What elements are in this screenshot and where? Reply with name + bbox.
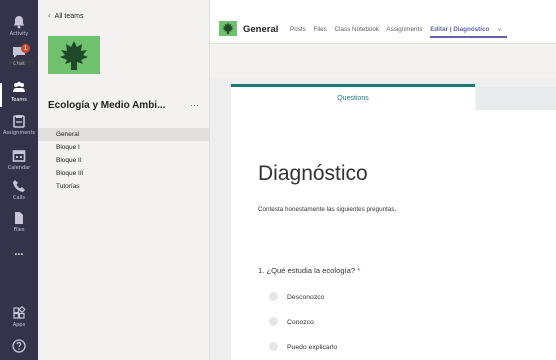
rail-help[interactable] (0, 338, 38, 360)
question-1-text: 1. ¿Qué estudia la ecología? (258, 266, 356, 275)
calendar-icon (12, 150, 26, 162)
rail-more[interactable]: ... (0, 246, 38, 276)
team-more-options[interactable]: ··· (190, 100, 199, 110)
tab-files[interactable]: Files (314, 26, 327, 33)
team-name[interactable]: Ecología y Medio Ambi... (48, 100, 198, 111)
rail-label: Teams (11, 97, 27, 103)
forms-bar (210, 44, 556, 79)
channel-tabs: Posts Files Class Notebook Assignments E… (290, 26, 513, 33)
team-panel: ‹ All teams Ecología y Medio Ambi... ··· … (38, 0, 210, 360)
leaf-icon (60, 41, 88, 70)
teams-icon (13, 81, 25, 92)
app-rail: Activity 1 Chat Teams Assignments Calend… (0, 0, 38, 360)
chevron-left-icon: ‹ (48, 11, 51, 20)
option-label: Puedo explicarlo (287, 344, 338, 351)
files-icon (15, 212, 23, 224)
rail-apps[interactable]: Apps (0, 305, 38, 335)
option-conozco[interactable]: Conozco (269, 316, 314, 329)
bell-icon (13, 16, 25, 29)
option-label: Conozco (287, 319, 314, 326)
apps-icon (13, 305, 26, 319)
rail-label: Activity (9, 31, 29, 37)
required-mark: * (357, 266, 361, 275)
rail-assignments[interactable]: Assignments (0, 113, 38, 143)
leaf-icon (222, 22, 234, 34)
channel-item-tutorias[interactable]: Tutorías (38, 180, 209, 193)
question-1[interactable]: 1. ¿Qué estudia la ecología? * (258, 266, 360, 275)
option-puedo-explicarlo[interactable]: Puedo explicarlo (269, 341, 338, 354)
teams-app: Activity 1 Chat Teams Assignments Calend… (0, 0, 556, 360)
assignments-icon (13, 115, 25, 128)
back-to-all-teams[interactable]: ‹ All teams (48, 11, 83, 20)
rail-label: Files (13, 227, 25, 233)
phone-icon (13, 180, 25, 192)
option-label: Desconozco (287, 294, 325, 301)
rail-label: Calls (13, 195, 25, 201)
tab-assignments[interactable]: Assignments (386, 26, 422, 33)
tab-class-notebook[interactable]: Class Notebook (335, 26, 379, 33)
chevron-down-icon: ∨ (496, 27, 502, 33)
channel-item-bloque-i[interactable]: Bloque I (38, 141, 209, 154)
channel-header: General Posts Files Class Notebook Assig… (210, 0, 556, 44)
radio-button[interactable] (269, 291, 278, 301)
rail-files[interactable]: Files (0, 210, 38, 240)
tab-editar-diagnostico[interactable]: Editar | Diagnóstico ∨ (430, 26, 507, 33)
rail-calendar[interactable]: Calendar (0, 148, 38, 178)
form-description[interactable]: Contesta honestamente las siguientes pre… (258, 206, 396, 213)
option-desconozco[interactable]: Desconozco (269, 291, 325, 304)
rail-calls[interactable]: Calls (0, 178, 38, 208)
rail-activity[interactable]: Activity (0, 14, 38, 44)
tab-posts[interactable]: Posts (290, 26, 306, 33)
forms-app-label: Forms (9, 57, 34, 67)
radio-button[interactable] (269, 341, 278, 351)
channel-title: General (243, 24, 279, 35)
tab-questions[interactable]: Questions (231, 84, 475, 110)
team-logo (48, 36, 100, 74)
back-label: All teams (54, 13, 84, 20)
channel-logo (219, 21, 237, 36)
channel-item-general[interactable]: General (38, 128, 209, 141)
rail-label: Calendar (7, 165, 31, 171)
help-icon (12, 339, 26, 353)
channel-item-bloque-ii[interactable]: Bloque II (38, 154, 209, 167)
channel-list: General Bloque I Bloque II Bloque III Tu… (38, 128, 209, 193)
rail-teams[interactable]: Teams (0, 80, 38, 110)
rail-label: Assignments (2, 130, 36, 136)
tab-active-label: Editar | Diagnóstico (430, 26, 490, 33)
form-title[interactable]: Diagnóstico (258, 162, 368, 186)
chat-badge: 1 (21, 44, 30, 53)
channel-item-bloque-iii[interactable]: Bloque III (38, 167, 209, 180)
more-icon: ... (14, 246, 24, 258)
rail-label: Apps (12, 322, 26, 328)
radio-button[interactable] (269, 316, 278, 326)
tab-responses[interactable] (477, 87, 556, 110)
